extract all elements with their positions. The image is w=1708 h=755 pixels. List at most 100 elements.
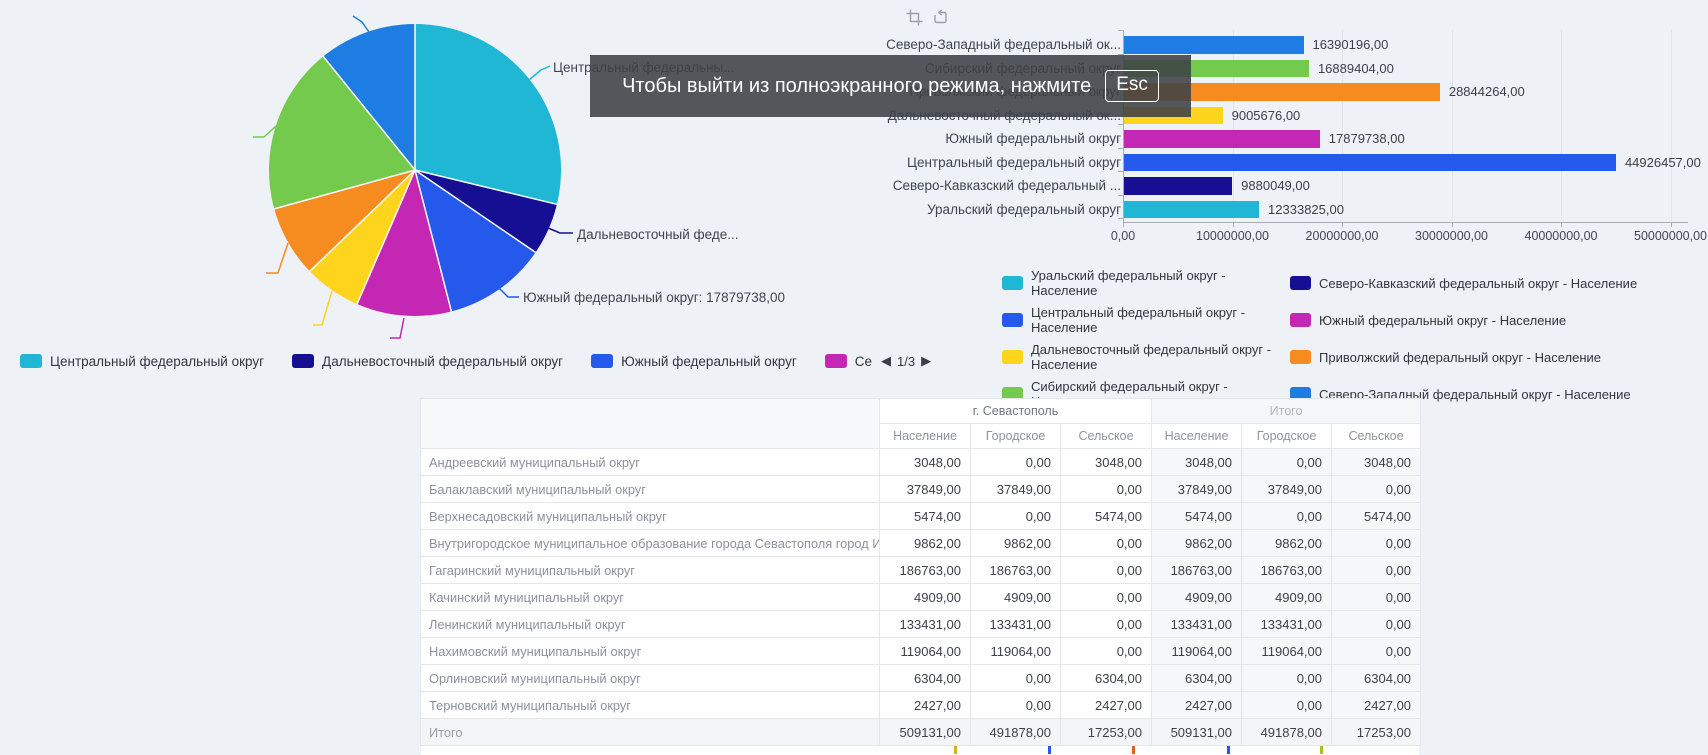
x-axis-label: 30000000,00: [1415, 229, 1488, 243]
value-cell: 133431,00: [1242, 611, 1332, 638]
value-cell: 186763,00: [880, 557, 971, 584]
legend-item[interactable]: Дальневосточный федеральный округ: [292, 354, 563, 369]
row-name-cell: Верхнесадовский муниципальный округ: [421, 503, 880, 530]
bar-category-label: Северо-Западный федеральный ок...: [886, 36, 1121, 54]
row-name-cell: Терновский муниципальный округ: [421, 692, 880, 719]
legend-swatch: [591, 354, 613, 368]
bar-value-label: 16390196,00: [1312, 36, 1388, 54]
legend-item[interactable]: Центральный федеральный округ - Населени…: [1002, 305, 1290, 335]
legend-swatch: [1002, 350, 1023, 364]
value-cell: 9862,00: [1242, 530, 1332, 557]
value-cell: 37849,00: [1242, 476, 1332, 503]
value-cell: 0,00: [1332, 476, 1421, 503]
bar[interactable]: [1124, 177, 1232, 195]
table-column-header: Городское: [1242, 424, 1332, 449]
bar-value-label: 9880049,00: [1241, 177, 1310, 195]
table-row: Терновский муниципальный округ 2427,000,0…: [421, 692, 1421, 719]
bar[interactable]: [1124, 36, 1304, 54]
legend-item[interactable]: Южный федеральный округ - Население: [1290, 305, 1637, 335]
value-cell: 0,00: [1061, 638, 1152, 665]
value-cell: 6304,00: [880, 665, 971, 692]
footer-value-cell: 17253,00: [1332, 719, 1421, 746]
footer-value-cell: 491878,00: [971, 719, 1061, 746]
value-cell: 9862,00: [971, 530, 1061, 557]
pie-leader-line: [266, 243, 288, 273]
value-cell: 2427,00: [1332, 692, 1421, 719]
mini-mark: [1132, 746, 1135, 754]
bar[interactable]: [1124, 154, 1616, 172]
bar-category-label: Центральный федеральный округ: [907, 154, 1121, 172]
bar[interactable]: [1124, 130, 1320, 148]
legend-item[interactable]: Южный федеральный округ: [591, 354, 797, 369]
value-cell: 186763,00: [1152, 557, 1242, 584]
pie-leader-line: [529, 66, 550, 80]
legend-item[interactable]: Уральский федеральный округ - Население: [1002, 268, 1290, 298]
value-cell: 133431,00: [1152, 611, 1242, 638]
bar[interactable]: [1124, 201, 1259, 219]
table-column-header: Население: [880, 424, 971, 449]
pie-legend: Центральный федеральный округ Дальневосто…: [20, 351, 934, 371]
value-cell: 133431,00: [971, 611, 1061, 638]
table-corner-cell: [421, 399, 880, 449]
value-cell: 3048,00: [1332, 449, 1421, 476]
value-cell: 0,00: [1242, 665, 1332, 692]
value-cell: 0,00: [1061, 530, 1152, 557]
x-axis-label: 20000000,00: [1306, 229, 1379, 243]
row-name-cell: Ленинский муниципальный округ: [421, 611, 880, 638]
value-cell: 5474,00: [1061, 503, 1152, 530]
legend-item[interactable]: Центральный федеральный округ: [20, 354, 264, 369]
legend-item-label: Центральный федеральный округ - Населени…: [1031, 305, 1290, 335]
bar-value-label: 9005676,00: [1232, 107, 1301, 125]
x-axis-label: 10000000,00: [1196, 229, 1269, 243]
x-axis: [1123, 222, 1688, 223]
legend-swatch: [1290, 276, 1311, 290]
bar-category-label: Уральский федеральный округ: [927, 201, 1121, 219]
row-name-cell: Балаклавский муниципальный округ: [421, 476, 880, 503]
table-row: Ленинский муниципальный округ133431,0013…: [421, 611, 1421, 638]
table-column-header: Сельское: [1332, 424, 1421, 449]
bar-value-label: 17879738,00: [1329, 130, 1405, 148]
undo-zoom-icon[interactable]: [931, 8, 950, 27]
value-cell: 0,00: [1061, 476, 1152, 503]
legend-swatch: [1290, 313, 1311, 327]
row-name-cell: Гагаринский муниципальный округ: [421, 557, 880, 584]
value-cell: 186763,00: [1242, 557, 1332, 584]
data-table-widget: г. СевастопольИтогоНаселениеГородскоеСел…: [420, 398, 1420, 755]
value-cell: 0,00: [1242, 692, 1332, 719]
row-name-cell: Андреевский муниципальный округ: [421, 449, 880, 476]
value-cell: 3048,00: [1152, 449, 1242, 476]
table-column-header: Городское: [971, 424, 1061, 449]
legend-item[interactable]: Северо-Кавказский федеральный округ - На…: [1290, 268, 1637, 298]
zoom-selection-icon[interactable]: [905, 8, 924, 27]
table-row: Внутригородское муниципальное образовани…: [421, 530, 1421, 557]
value-cell: 119064,00: [1242, 638, 1332, 665]
esc-key: Esc: [1105, 70, 1159, 102]
pie-chart[interactable]: [269, 24, 561, 316]
table-row: Андреевский муниципальный округ3048,000,…: [421, 449, 1421, 476]
legend-item-label: Центральный федеральный округ: [50, 354, 264, 369]
value-cell: 9862,00: [880, 530, 971, 557]
legend-item[interactable]: Приволжский федеральный округ - Населени…: [1290, 342, 1637, 372]
fullscreen-exit-message: Чтобы выйти из полноэкранного режима, на…: [622, 75, 1091, 98]
bar-category-label: Северо-Кавказский федеральный ...: [893, 177, 1121, 195]
mini-mark: [954, 746, 957, 754]
fullscreen-exit-overlay: Чтобы выйти из полноэкранного режима, на…: [590, 55, 1191, 117]
value-cell: 0,00: [1332, 557, 1421, 584]
pie-leader-line: [353, 16, 369, 32]
bar-value-label: 44926457,00: [1625, 154, 1701, 172]
grid-line: [1452, 30, 1453, 222]
value-cell: 4909,00: [1152, 584, 1242, 611]
bar-value-label: 16889404,00: [1318, 60, 1394, 78]
mini-mark: [1320, 746, 1323, 754]
table-group-header: г. Севастополь: [880, 399, 1152, 424]
value-cell: 0,00: [1332, 638, 1421, 665]
value-cell: 0,00: [1332, 611, 1421, 638]
legend-item[interactable]: Дальневосточный федеральный округ - Насе…: [1002, 342, 1290, 372]
table-column-header: Население: [1152, 424, 1242, 449]
value-cell: 0,00: [1332, 584, 1421, 611]
legend-item-label: Дальневосточный федеральный округ: [322, 354, 563, 369]
value-cell: 0,00: [1332, 530, 1421, 557]
data-table: г. СевастопольИтогоНаселениеГородскоеСел…: [420, 398, 1421, 746]
pie-point-label: Дальневосточный феде...: [577, 226, 739, 243]
value-cell: 0,00: [1242, 503, 1332, 530]
